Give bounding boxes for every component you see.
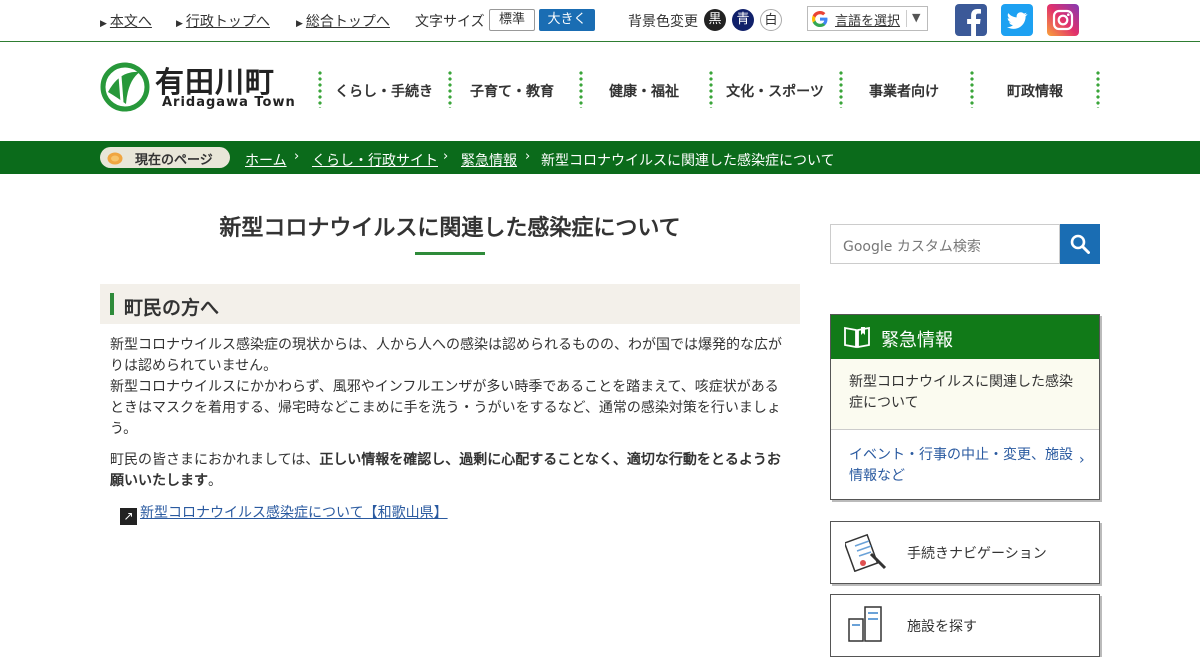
external-link-icon: ↗ bbox=[120, 508, 137, 525]
current-page-badge: 現在のページ bbox=[100, 147, 230, 168]
nav-item-health[interactable]: 健康・福祉 bbox=[583, 81, 705, 101]
search-button[interactable] bbox=[1060, 224, 1100, 264]
skip-to-content-label: 本文へ bbox=[109, 14, 152, 30]
emergency-title: 緊急情報 bbox=[881, 330, 953, 351]
font-size-label: 文字サイズ bbox=[415, 14, 485, 30]
town-emblem-icon bbox=[100, 62, 150, 112]
nav-divider bbox=[1096, 70, 1100, 108]
paragraph-prevention: 新型コロナウイルスにかかわらず、風邪やインフルエンザが多い時季であることを踏まえ… bbox=[110, 379, 781, 437]
utility-bar: ▶ 本文へ ▶ 行政トップへ ▶ 総合トップへ 文字サイズ 標準 大きく 背景色変更 … bbox=[0, 0, 1200, 42]
site-logo[interactable]: 有田川町 Aridagawa Town bbox=[100, 62, 295, 112]
facility-search-label: 施設を探す bbox=[907, 619, 977, 635]
breadcrumb-emergency[interactable]: 緊急情報 bbox=[461, 150, 517, 170]
procedure-navigation-label: 手続きナビゲーション bbox=[907, 546, 1047, 562]
general-top-label: 総合トップへ bbox=[305, 14, 390, 30]
open-book-icon bbox=[844, 326, 870, 349]
bg-blue-button[interactable]: 青 bbox=[732, 9, 754, 31]
font-standard-button[interactable]: 標準 bbox=[489, 9, 535, 31]
current-page-label: 現在のページ bbox=[135, 153, 213, 168]
emergency-item-label: 新型コロナウイルスに関連した感染症について bbox=[849, 374, 1073, 411]
chevron-right-icon: › bbox=[525, 149, 531, 164]
request-suffix: 。 bbox=[208, 473, 222, 489]
heading-accent-bar bbox=[110, 293, 114, 315]
bg-black-button[interactable]: 黒 bbox=[704, 9, 726, 31]
twitter-icon[interactable] bbox=[1001, 4, 1033, 36]
search-input[interactable]: Google カスタム検索 bbox=[830, 224, 1060, 264]
nav-item-business[interactable]: 事業者向け bbox=[843, 81, 965, 101]
emergency-info-panel: 緊急情報 新型コロナウイルスに関連した感染症について イベント・行事の中止・変更… bbox=[830, 314, 1100, 500]
logo-subtitle: Aridagawa Town bbox=[162, 95, 296, 110]
procedure-navigation-card[interactable]: 手続きナビゲーション bbox=[830, 521, 1100, 584]
chevron-right-icon: › bbox=[1079, 452, 1085, 468]
paragraph-status: 新型コロナウイルス感染症の現状からは、人から人への感染は認められるものの、わが国… bbox=[110, 337, 782, 374]
nav-item-town-admin[interactable]: 町政情報 bbox=[974, 81, 1096, 101]
triangle-right-icon: ▶ bbox=[100, 19, 107, 29]
nav-item-living[interactable]: くらし・手続き bbox=[322, 81, 446, 101]
section-heading-text: 町民の方へ bbox=[124, 297, 220, 319]
divider bbox=[906, 10, 907, 27]
nav-item-culture[interactable]: 文化・スポーツ bbox=[713, 81, 837, 101]
admin-top-link[interactable]: ▶ 行政トップへ bbox=[176, 11, 270, 31]
chevron-right-icon: › bbox=[443, 149, 449, 164]
external-link[interactable]: ↗ 新型コロナウイルス感染症について【和歌山県】 bbox=[120, 502, 448, 525]
instagram-icon[interactable] bbox=[1047, 4, 1079, 36]
triangle-right-icon: ▶ bbox=[176, 19, 183, 29]
emergency-item[interactable]: 新型コロナウイルスに関連した感染症について bbox=[831, 359, 1099, 430]
emergency-item-label[interactable]: イベント・行事の中止・変更、施設情報など bbox=[849, 445, 1074, 487]
section-heading: 町民の方へ bbox=[100, 284, 800, 324]
bg-color-label: 背景色変更 bbox=[628, 14, 698, 30]
breadcrumb-home[interactable]: ホーム bbox=[245, 150, 287, 170]
triangle-right-icon: ▶ bbox=[296, 19, 303, 29]
mandarin-orange-icon bbox=[107, 152, 123, 165]
skip-to-content-link[interactable]: ▶ 本文へ bbox=[100, 11, 152, 31]
breadcrumb-current: 新型コロナウイルスに関連した感染症について bbox=[541, 153, 835, 169]
admin-top-label: 行政トップへ bbox=[185, 14, 270, 30]
page-title: 新型コロナウイルスに関連した感染症について bbox=[219, 216, 681, 241]
emergency-header: 緊急情報 bbox=[831, 315, 1099, 359]
facility-search-card[interactable]: 施設を探す bbox=[830, 594, 1100, 657]
chevron-right-icon: › bbox=[294, 149, 300, 164]
search-placeholder: Google カスタム検索 bbox=[843, 239, 981, 255]
breadcrumb: 現在のページ ホーム › くらし・行政サイト › 緊急情報 › 新型コロナウイル… bbox=[0, 141, 1200, 174]
paragraph-request: 町民の皆さまにおかれましては、正しい情報を確認し、過剰に心配することなく、適切な… bbox=[110, 450, 790, 492]
search-icon bbox=[1070, 234, 1090, 254]
font-large-button[interactable]: 大きく bbox=[539, 9, 595, 31]
chevron-down-icon: ▼ bbox=[912, 11, 921, 24]
building-icon bbox=[848, 606, 882, 642]
bg-white-button[interactable]: 白 bbox=[760, 9, 782, 31]
language-select-label: 言語を選択 bbox=[835, 14, 901, 29]
site-header: 有田川町 Aridagawa Town くらし・手続き 子育て・教育 健康・福祉… bbox=[0, 42, 1200, 141]
general-top-link[interactable]: ▶ 総合トップへ bbox=[296, 11, 390, 31]
external-link-text[interactable]: 新型コロナウイルス感染症について【和歌山県】 bbox=[140, 505, 448, 521]
breadcrumb-living-admin[interactable]: くらし・行政サイト bbox=[312, 150, 438, 170]
title-underline bbox=[415, 252, 485, 255]
google-g-icon bbox=[812, 11, 828, 27]
language-select[interactable]: 言語を選択 ▼ bbox=[807, 6, 928, 31]
nav-item-childcare[interactable]: 子育て・教育 bbox=[452, 81, 572, 101]
facebook-icon[interactable] bbox=[955, 4, 987, 36]
request-prefix: 町民の皆さまにおかれましては、 bbox=[110, 452, 320, 468]
document-pen-icon bbox=[845, 533, 887, 572]
